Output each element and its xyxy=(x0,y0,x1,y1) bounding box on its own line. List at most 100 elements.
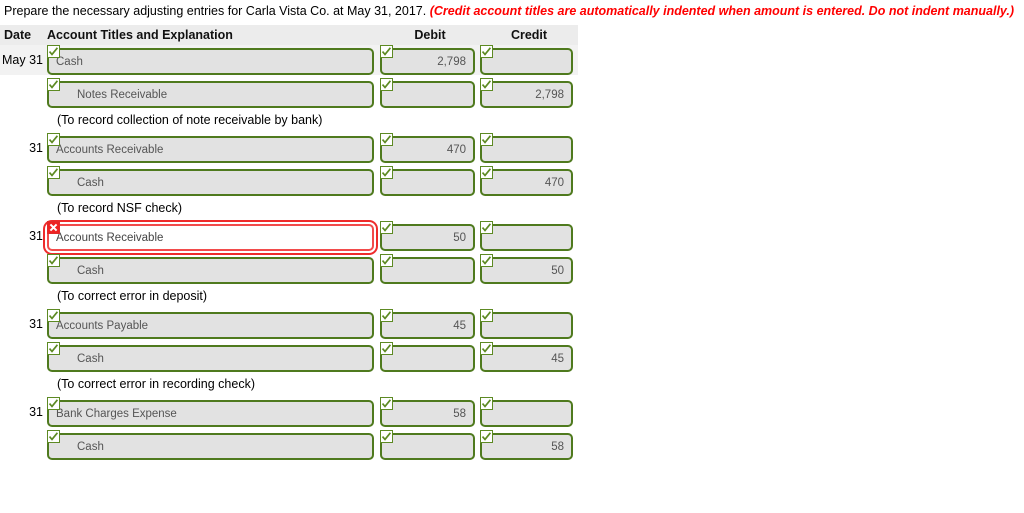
debit-input[interactable]: 470 xyxy=(380,136,475,163)
debit-cell: 58 xyxy=(380,397,480,427)
date-cell xyxy=(0,430,47,460)
check-icon xyxy=(480,221,493,234)
account-input[interactable]: Cash xyxy=(47,257,374,284)
check-icon xyxy=(380,342,393,355)
date-cell: 31 xyxy=(29,229,43,243)
account-cell: Cash xyxy=(47,166,380,196)
check-icon xyxy=(480,397,493,410)
check-icon xyxy=(480,430,493,443)
check-icon xyxy=(47,397,60,410)
table-row: Notes Receivable 2,798 xyxy=(0,78,578,108)
account-input[interactable]: Cash xyxy=(47,169,374,196)
table-row: 31 Bank Charges Expense 58 xyxy=(0,397,578,427)
debit-cell: 45 xyxy=(380,309,480,339)
table-row: Cash 50 xyxy=(0,254,578,284)
account-cell: Cash xyxy=(47,430,380,460)
credit-input[interactable] xyxy=(480,48,573,75)
credit-input[interactable] xyxy=(480,136,573,163)
account-cell: Bank Charges Expense xyxy=(47,397,380,427)
instruction-main: Prepare the necessary adjusting entries … xyxy=(4,4,427,18)
entry-explanation: (To record collection of note receivable… xyxy=(57,113,323,127)
credit-input[interactable] xyxy=(480,224,573,251)
date-cell: 31 xyxy=(29,405,43,419)
date-cell xyxy=(0,166,47,196)
credit-input[interactable]: 58 xyxy=(480,433,573,460)
check-icon xyxy=(480,45,493,58)
account-cell: Accounts Payable xyxy=(47,309,380,339)
account-input[interactable]: Bank Charges Expense xyxy=(47,400,374,427)
account-cell: Cash xyxy=(47,45,380,75)
column-header-credit: Credit xyxy=(510,28,548,42)
date-cell: May 31 xyxy=(2,53,43,67)
check-icon xyxy=(380,254,393,267)
check-icon xyxy=(480,78,493,91)
table-row: 31 Accounts Receivable 470 xyxy=(0,133,578,163)
account-input[interactable]: Cash xyxy=(47,433,374,460)
check-icon xyxy=(380,45,393,58)
credit-cell xyxy=(480,309,578,339)
credit-cell: 2,798 xyxy=(480,78,578,108)
debit-input[interactable]: 45 xyxy=(380,312,475,339)
instruction-note: (Credit account titles are automatically… xyxy=(429,4,1015,18)
debit-input[interactable] xyxy=(380,433,475,460)
credit-input[interactable]: 45 xyxy=(480,345,573,372)
check-icon xyxy=(480,342,493,355)
credit-cell xyxy=(480,45,578,75)
column-header-account: Account Titles and Explanation xyxy=(47,28,233,42)
credit-cell: 50 xyxy=(480,254,578,284)
check-icon xyxy=(380,78,393,91)
debit-cell xyxy=(380,254,480,284)
account-input[interactable]: Cash xyxy=(47,48,374,75)
debit-input[interactable] xyxy=(380,169,475,196)
credit-input[interactable] xyxy=(480,400,573,427)
check-icon xyxy=(47,254,60,267)
debit-input[interactable]: 58 xyxy=(380,400,475,427)
table-row: Cash 45 xyxy=(0,342,578,372)
check-icon xyxy=(47,342,60,355)
date-cell xyxy=(0,78,47,108)
credit-cell xyxy=(480,397,578,427)
x-icon xyxy=(47,221,60,234)
check-icon xyxy=(380,133,393,146)
check-icon xyxy=(47,133,60,146)
credit-input[interactable]: 2,798 xyxy=(480,81,573,108)
debit-cell: 50 xyxy=(380,221,480,251)
credit-cell: 58 xyxy=(480,430,578,460)
table-row: May 31 Cash 2,798 xyxy=(0,45,578,75)
date-cell xyxy=(0,342,47,372)
account-input[interactable]: Accounts Receivable xyxy=(47,224,374,251)
debit-cell xyxy=(380,430,480,460)
credit-cell: 45 xyxy=(480,342,578,372)
entry-explanation: (To record NSF check) xyxy=(57,201,183,215)
account-input[interactable]: Notes Receivable xyxy=(47,81,374,108)
column-header-debit: Debit xyxy=(414,28,446,42)
account-cell: Cash xyxy=(47,254,380,284)
debit-input[interactable] xyxy=(380,345,475,372)
debit-input[interactable] xyxy=(380,257,475,284)
check-icon xyxy=(380,166,393,179)
check-icon xyxy=(47,309,60,322)
check-icon xyxy=(47,45,60,58)
credit-input[interactable]: 50 xyxy=(480,257,573,284)
account-input[interactable]: Cash xyxy=(47,345,374,372)
check-icon xyxy=(380,397,393,410)
debit-input[interactable] xyxy=(380,81,475,108)
account-cell: Accounts Receivable xyxy=(47,133,380,163)
date-cell: 31 xyxy=(29,141,43,155)
debit-input[interactable]: 2,798 xyxy=(380,48,475,75)
credit-cell xyxy=(480,133,578,163)
account-cell: Cash xyxy=(47,342,380,372)
account-cell: Notes Receivable xyxy=(47,78,380,108)
debit-cell xyxy=(380,166,480,196)
debit-input[interactable]: 50 xyxy=(380,224,475,251)
entry-explanation: (To correct error in recording check) xyxy=(57,377,255,391)
debit-cell: 470 xyxy=(380,133,480,163)
account-input[interactable]: Accounts Receivable xyxy=(47,136,374,163)
check-icon xyxy=(380,309,393,322)
date-cell: 31 xyxy=(29,317,43,331)
account-input[interactable]: Accounts Payable xyxy=(47,312,374,339)
date-cell xyxy=(0,254,47,284)
table-row: 31 Accounts Payable 45 xyxy=(0,309,578,339)
credit-input[interactable] xyxy=(480,312,573,339)
credit-input[interactable]: 470 xyxy=(480,169,573,196)
